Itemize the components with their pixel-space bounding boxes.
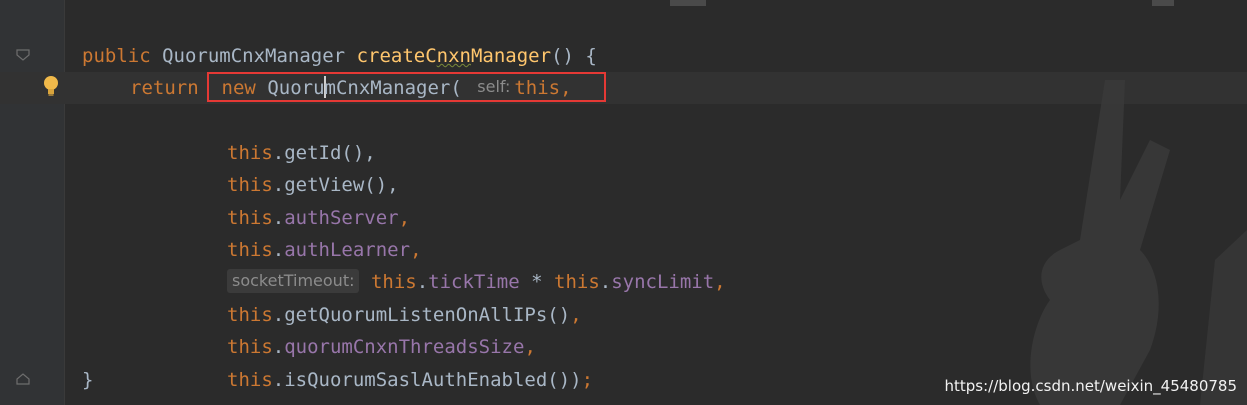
closing-brace: } bbox=[82, 364, 93, 396]
method-name: createC bbox=[356, 45, 437, 67]
brace: } bbox=[82, 369, 94, 391]
code-line-arg: this.isQuorumSaslAuthEnabled()); bbox=[227, 364, 593, 396]
comma: , bbox=[714, 271, 726, 293]
code-line-method-signature: public QuorumCnxManager createCnxnManage… bbox=[82, 40, 597, 72]
operator-multiply: * bbox=[519, 271, 554, 293]
code-line-arg: this.getQuorumListenOnAllIPs(), bbox=[227, 299, 582, 331]
code-line-arg: this.quorumCnxnThreadsSize, bbox=[227, 331, 536, 363]
keyword-return: return bbox=[130, 77, 199, 99]
field-syncLimit: syncLimit bbox=[611, 271, 715, 293]
call-getView: .getView(), bbox=[272, 174, 399, 196]
field-authServer: authServer bbox=[284, 207, 399, 229]
call-getQuorumListenOnAllIPs: .getQuorumListenOnAllIPs() bbox=[272, 304, 571, 326]
code-line-arg: this.getId(), bbox=[227, 137, 376, 169]
keyword-public: public bbox=[82, 45, 151, 67]
code-line-arg: this.getView(), bbox=[227, 169, 399, 201]
code-line-arg: socketTimeout: this.tickTime * this.sync… bbox=[227, 266, 726, 298]
comma: , bbox=[398, 207, 411, 229]
keyword-this: this bbox=[227, 142, 273, 164]
dot: . bbox=[599, 271, 612, 293]
keyword-this: this bbox=[554, 271, 600, 293]
call-isQuorumSaslAuthEnabled: .isQuorumSaslAuthEnabled()) bbox=[272, 369, 582, 391]
dot: . bbox=[272, 336, 285, 358]
watermark-url: https://blog.csdn.net/weixin_45480785 bbox=[944, 377, 1237, 395]
keyword-this: this bbox=[227, 207, 273, 229]
method-name: Manager bbox=[470, 45, 552, 67]
field-tickTime: tickTime bbox=[428, 271, 520, 293]
red-highlight-box bbox=[207, 72, 606, 102]
semicolon: ; bbox=[581, 369, 594, 391]
dot: . bbox=[416, 271, 429, 293]
dot: . bbox=[272, 239, 285, 261]
keyword-this: this bbox=[227, 239, 273, 261]
comma: , bbox=[524, 336, 536, 358]
method-tail: () { bbox=[551, 45, 597, 67]
code-editor[interactable]: public QuorumCnxManager createCnxnManage… bbox=[0, 0, 1247, 405]
code-line-arg: this.authLearner, bbox=[227, 234, 422, 266]
keyword-this: this bbox=[227, 369, 273, 391]
comma: , bbox=[410, 239, 422, 261]
keyword-this: this bbox=[227, 336, 273, 358]
keyword-this: this bbox=[370, 271, 417, 293]
code-line-arg: this.authServer, bbox=[227, 202, 410, 234]
comma: , bbox=[570, 304, 582, 326]
keyword-this: this bbox=[227, 304, 273, 326]
method-name-typo: nxn bbox=[436, 45, 471, 67]
dot: . bbox=[272, 207, 285, 229]
keyword-this: this bbox=[227, 174, 273, 196]
call-getId: .getId(), bbox=[272, 142, 376, 164]
field-authLearner: authLearner bbox=[284, 239, 411, 261]
return-type: QuorumCnxManager bbox=[162, 45, 346, 67]
parameter-hint-socketTimeout: socketTimeout: bbox=[227, 269, 360, 293]
field-quorumCnxnThreadsSize: quorumCnxnThreadsSize bbox=[284, 336, 525, 358]
